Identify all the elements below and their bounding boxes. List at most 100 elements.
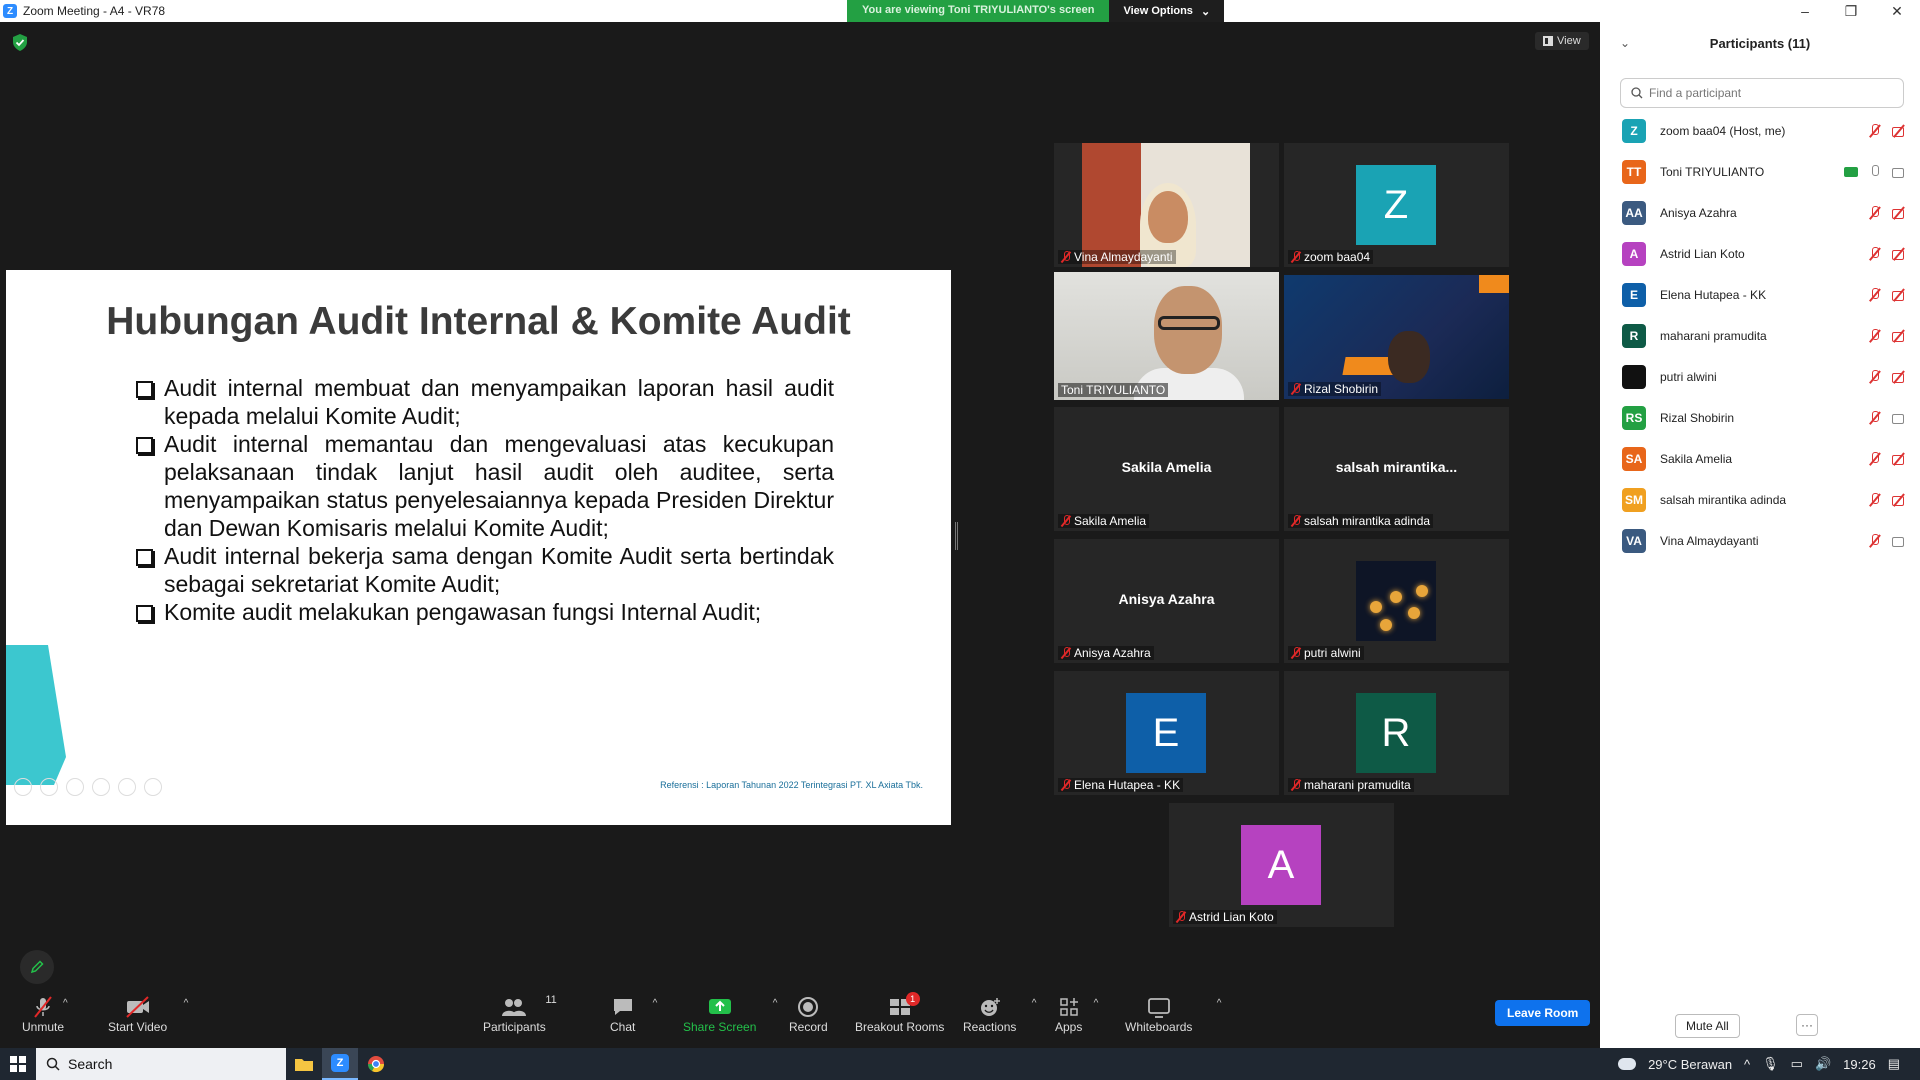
mic-muted-icon	[1291, 383, 1301, 395]
slide-next-icon[interactable]	[40, 778, 58, 796]
tile-name-label: Toni TRIYULIANTO	[1058, 383, 1169, 397]
participant-row[interactable]: RS Rizal Shobirin	[1600, 397, 1920, 438]
zoom-app-icon[interactable]: Z	[322, 1048, 358, 1080]
video-tile-astrid[interactable]: A Astrid Lian Koto	[1169, 803, 1394, 927]
mic-icon[interactable]	[1868, 164, 1882, 179]
mic-muted-icon[interactable]	[1868, 328, 1882, 343]
view-layout-button[interactable]: View	[1535, 32, 1589, 50]
mic-muted-icon	[1061, 251, 1071, 263]
participant-name: Rizal Shobirin	[1660, 410, 1735, 425]
video-tile-rizal[interactable]: Rizal Shobirin	[1284, 275, 1509, 399]
microphone-tray-icon[interactable]: 🎙	[1762, 1056, 1779, 1072]
slide-tools	[14, 778, 162, 796]
avatar: E	[1622, 282, 1646, 307]
participant-row[interactable]: VA Vina Almaydayanti	[1600, 520, 1920, 561]
participant-row[interactable]: SA Sakila Amelia	[1600, 438, 1920, 479]
video-tile-vina[interactable]: Vina Almaydayanti	[1054, 143, 1279, 267]
slide-pen-icon[interactable]	[66, 778, 84, 796]
mic-muted-icon[interactable]	[1868, 492, 1882, 507]
mute-all-button[interactable]: Mute All	[1675, 1014, 1740, 1038]
whiteboards-caret-icon[interactable]: ^	[1217, 998, 1222, 1009]
minimize-icon[interactable]: –	[1782, 0, 1828, 22]
video-tile-putri[interactable]: putri alwini	[1284, 539, 1509, 663]
smiley-plus-icon	[980, 998, 1000, 1016]
participant-search[interactable]	[1620, 78, 1904, 108]
participant-search-input[interactable]	[1649, 86, 1889, 100]
slide-zoom-icon[interactable]	[118, 778, 136, 796]
unmute-button[interactable]: ^ Unmute	[22, 994, 68, 1034]
mic-muted-icon[interactable]	[1868, 287, 1882, 302]
slide-bullet: Audit internal membuat dan menyampaikan …	[134, 374, 834, 430]
apps-button[interactable]: ^ Apps	[1055, 994, 1098, 1034]
unmute-caret-icon[interactable]: ^	[63, 998, 68, 1009]
mic-muted-icon	[1291, 515, 1301, 527]
participant-row[interactable]: AA Anisya Azahra	[1600, 192, 1920, 233]
video-caret-icon[interactable]: ^	[184, 998, 189, 1009]
participant-row[interactable]: A Astrid Lian Koto	[1600, 233, 1920, 274]
close-icon[interactable]: ✕	[1874, 0, 1920, 22]
chat-button[interactable]: ^ Chat	[610, 994, 657, 1034]
slide-pages-icon[interactable]	[92, 778, 110, 796]
clock[interactable]: 19:26	[1843, 1057, 1876, 1072]
reactions-button[interactable]: ^ Reactions	[963, 994, 1036, 1034]
breakout-rooms-button[interactable]: 1 Breakout Rooms	[855, 992, 944, 1034]
video-tile-anisya[interactable]: Anisya Azahra Anisya Azahra	[1054, 539, 1279, 663]
reactions-caret-icon[interactable]: ^	[1032, 998, 1037, 1009]
participant-row[interactable]: Rmaharani pramudita	[1600, 315, 1920, 356]
slide-prev-icon[interactable]	[14, 778, 32, 796]
participant-row[interactable]: E Elena Hutapea - KK	[1600, 274, 1920, 315]
video-off-icon	[1892, 329, 1906, 343]
whiteboards-button[interactable]: ^ Whiteboards	[1125, 994, 1221, 1034]
chevron-down-icon: ⌄	[1200, 5, 1211, 18]
mic-muted-icon[interactable]	[1868, 123, 1882, 138]
file-explorer-icon[interactable]	[286, 1048, 322, 1080]
share-screen-button[interactable]: ^ Share Screen	[683, 994, 777, 1034]
share-caret-icon[interactable]: ^	[773, 998, 778, 1009]
mic-muted-icon[interactable]	[1868, 369, 1882, 384]
mic-muted-icon[interactable]	[1868, 533, 1882, 548]
record-icon	[798, 997, 819, 1017]
participant-row[interactable]: SM salsah mirantika adinda	[1600, 479, 1920, 520]
weather-status[interactable]: 29°C Berawan	[1648, 1057, 1732, 1072]
slide-more-icon[interactable]	[144, 778, 162, 796]
leave-room-button[interactable]: Leave Room	[1495, 1000, 1591, 1026]
video-tile-maharani[interactable]: R maharani pramudita	[1284, 671, 1509, 795]
mic-muted-icon[interactable]	[1868, 410, 1882, 425]
chrome-icon[interactable]	[358, 1048, 394, 1080]
video-tile-elena[interactable]: E Elena Hutapea - KK	[1054, 671, 1279, 795]
slide-bullet: Audit internal bekerja sama dengan Komit…	[134, 542, 834, 598]
tray-overflow-icon[interactable]: ^	[1744, 1057, 1750, 1072]
mic-muted-icon	[1176, 911, 1186, 923]
video-tile-sakila[interactable]: Sakila Amelia Sakila Amelia	[1054, 407, 1279, 531]
view-options-button[interactable]: View Options ⌄	[1109, 0, 1225, 22]
windows-start-button[interactable]	[0, 1048, 36, 1080]
network-icon[interactable]: ▭	[1791, 1056, 1803, 1072]
video-tile-salsah[interactable]: salsah mirantika... salsah mirantika adi…	[1284, 407, 1509, 531]
participants-panel: – ❐ ✕ ⌄ Participants (11) Zzoom baa04 (H…	[1600, 0, 1920, 1048]
video-tile-toni[interactable]: Toni TRIYULIANTO	[1054, 272, 1279, 400]
mic-muted-icon[interactable]	[1868, 451, 1882, 466]
participants-count: 11	[545, 994, 557, 1006]
video-tile-zoom[interactable]: Z zoom baa04	[1284, 143, 1509, 267]
slide-reference: Referensi : Laporan Tahunan 2022 Terinte…	[660, 780, 923, 790]
apps-caret-icon[interactable]: ^	[1094, 998, 1099, 1009]
taskbar-search[interactable]: Search	[36, 1048, 286, 1080]
avatar: VA	[1622, 528, 1646, 553]
mic-muted-icon[interactable]	[1868, 205, 1882, 220]
participant-row[interactable]: Zzoom baa04 (Host, me)	[1600, 110, 1920, 151]
panel-splitter-handle[interactable]	[955, 522, 958, 550]
chat-caret-icon[interactable]: ^	[653, 998, 658, 1009]
participant-status-icons	[1868, 533, 1906, 548]
participant-row[interactable]: TT Toni TRIYULIANTO	[1600, 151, 1920, 192]
participants-button[interactable]: 11 Participants	[483, 994, 557, 1034]
record-button[interactable]: Record	[789, 994, 828, 1034]
participant-row[interactable]: putri alwini	[1600, 356, 1920, 397]
volume-icon[interactable]: 🔊	[1815, 1056, 1831, 1072]
start-video-button[interactable]: ^ Start Video	[108, 994, 188, 1034]
more-options-button[interactable]: ···	[1796, 1014, 1818, 1036]
mic-muted-icon[interactable]	[1868, 246, 1882, 261]
avatar: SM	[1622, 487, 1646, 512]
notification-icon[interactable]: ▤	[1888, 1056, 1900, 1072]
restore-icon[interactable]: ❐	[1828, 0, 1874, 22]
annotate-button[interactable]	[20, 950, 54, 984]
